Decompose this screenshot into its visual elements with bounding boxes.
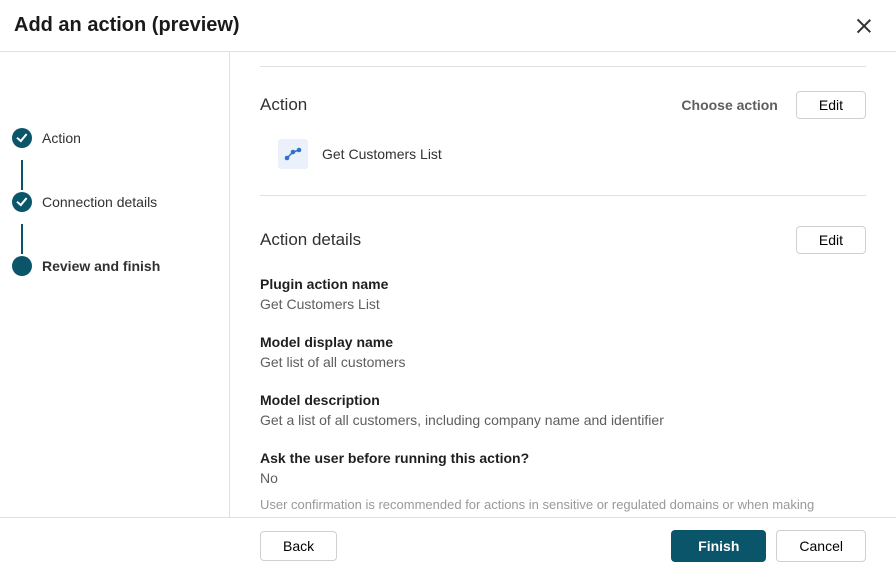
field-value: Get a list of all customers, including c… xyxy=(260,412,866,428)
step-done-icon xyxy=(12,128,32,148)
details-section-header: Action details Edit xyxy=(260,196,866,276)
field-label: Ask the user before running this action? xyxy=(260,450,866,466)
selected-action-name: Get Customers List xyxy=(322,146,442,162)
field-plugin-action-name: Plugin action name Get Customers List xyxy=(260,276,866,312)
step-review-and-finish[interactable]: Review and finish xyxy=(12,250,217,282)
details-section-title: Action details xyxy=(260,230,361,250)
dialog-header: Add an action (preview) xyxy=(0,0,896,52)
field-hint: User confirmation is recommended for act… xyxy=(260,496,866,517)
choose-action-label: Choose action xyxy=(681,97,777,113)
edit-details-button[interactable]: Edit xyxy=(796,226,866,254)
step-label: Action xyxy=(42,130,81,146)
action-section-title: Action xyxy=(260,95,307,115)
field-label: Plugin action name xyxy=(260,276,866,292)
step-done-icon xyxy=(12,192,32,212)
field-label: Model description xyxy=(260,392,866,408)
step-label: Review and finish xyxy=(42,258,160,274)
step-label: Connection details xyxy=(42,194,157,210)
dialog-footer: Back Finish Cancel xyxy=(0,518,896,574)
step-connection-details[interactable]: Connection details xyxy=(12,186,217,218)
step-action[interactable]: Action xyxy=(12,122,217,154)
field-model-display-name: Model display name Get list of all custo… xyxy=(260,334,866,370)
close-icon[interactable] xyxy=(856,18,872,34)
field-ask-user-confirmation: Ask the user before running this action?… xyxy=(260,450,866,517)
back-button[interactable]: Back xyxy=(260,531,337,561)
cancel-button[interactable]: Cancel xyxy=(776,530,866,562)
step-current-icon xyxy=(12,256,32,276)
field-value: No xyxy=(260,470,866,486)
field-value: Get Customers List xyxy=(260,296,866,312)
field-model-description: Model description Get a list of all cust… xyxy=(260,392,866,428)
field-label: Model display name xyxy=(260,334,866,350)
dialog-body: Action Connection details Review and fin… xyxy=(0,52,896,518)
edit-action-button[interactable]: Edit xyxy=(796,91,866,119)
field-value: Get list of all customers xyxy=(260,354,866,370)
stepper-sidebar: Action Connection details Review and fin… xyxy=(0,52,230,517)
flow-icon xyxy=(278,139,308,169)
main-panel: Action Choose action Edit Get Customers … xyxy=(230,52,896,517)
selected-action-row: Get Customers List xyxy=(260,137,866,195)
action-section-header: Action Choose action Edit xyxy=(260,67,866,137)
finish-button[interactable]: Finish xyxy=(671,530,766,562)
dialog-title: Add an action (preview) xyxy=(14,14,240,37)
